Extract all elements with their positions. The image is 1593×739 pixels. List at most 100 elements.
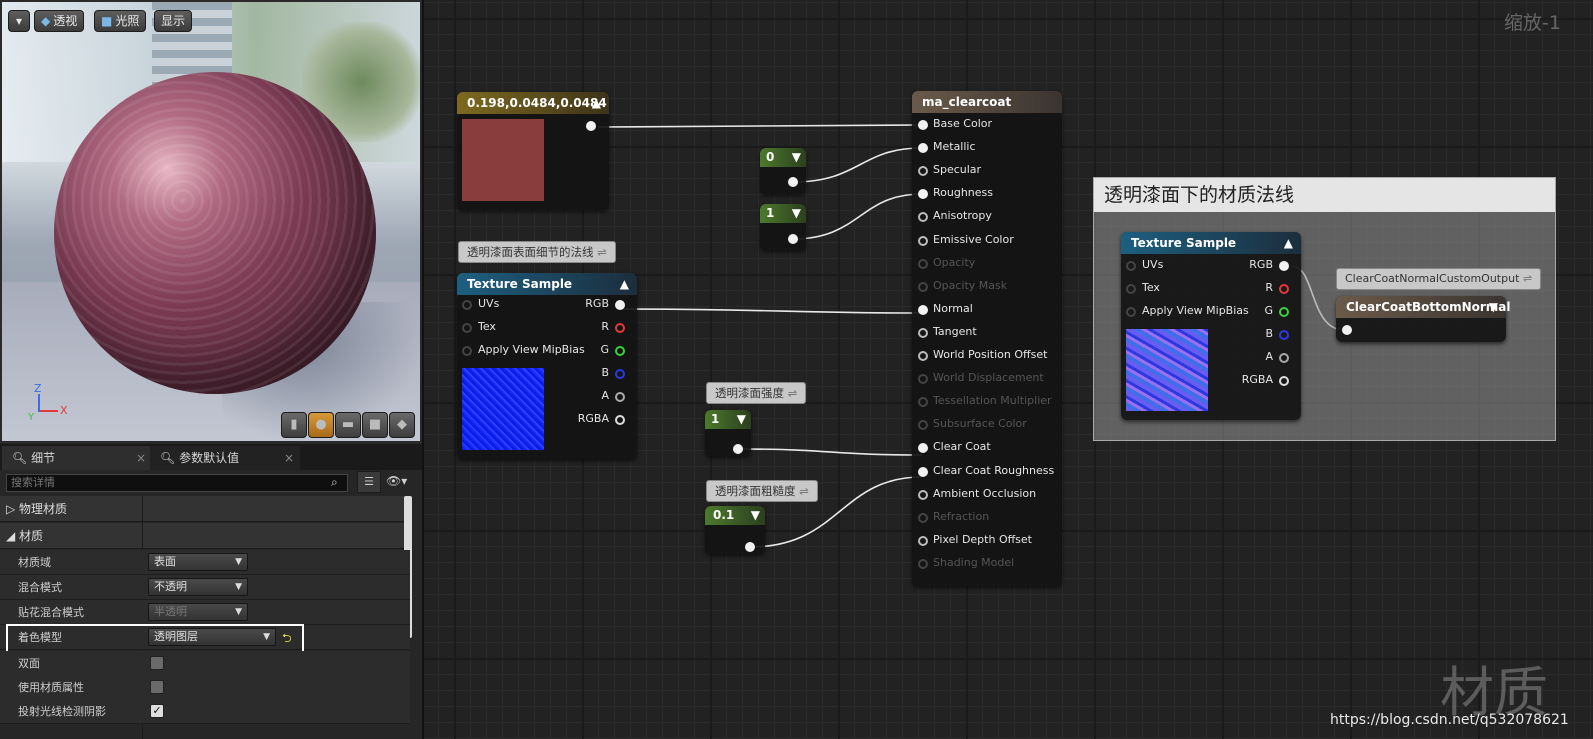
input-pin-uvs[interactable] [462,300,472,310]
input-pin[interactable] [918,351,928,361]
output-pin-a[interactable] [1279,353,1289,363]
chevron-down-icon[interactable]: ▼ [792,204,801,223]
node-title: ma_clearcoat [922,95,1012,109]
comment-strength[interactable]: 透明漆面强度 ⇌ [706,382,807,404]
constant3-node[interactable]: 0.198,0.0484,0.0484 ▲ [457,92,609,210]
input-pin[interactable] [918,397,928,408]
watermark-url: https://blog.csdn.net/q532078621 [1330,712,1569,728]
input-pin-label: Clear Coat [933,440,991,454]
texture-sample-node-2[interactable]: Texture Sample ▲ UVs Tex Apply View MipBi… [1121,232,1301,420]
input-pin-label: Subsurface Color [933,417,1027,431]
output-pin[interactable] [788,177,798,187]
input-pin-label: Opacity Mask [933,278,1008,292]
input-pin[interactable] [918,235,928,246]
input-pin[interactable] [918,304,928,315]
collapse-icon[interactable]: ▲ [620,273,629,295]
output-pin-rgba[interactable] [1279,376,1289,386]
output-pin[interactable] [745,542,755,552]
input-pin[interactable] [918,420,928,431]
input-pin[interactable] [918,120,928,130]
node-title: ClearCoatBottomNormal [1346,300,1511,314]
input-pin-label: Tangent [933,324,977,338]
input-pin-mipbias[interactable] [1126,307,1136,317]
wire-roughness [792,193,923,240]
collapse-icon[interactable]: ▲ [1284,232,1293,254]
texture-thumbnail [462,368,544,450]
constant-node-clearcoat[interactable]: 1 ▼ [705,410,751,456]
input-pin[interactable] [918,466,928,477]
input-pin-label: Roughness [933,186,994,200]
input-pin[interactable] [918,258,928,269]
input-pin-label: Ambient Occlusion [933,486,1037,500]
comment-group-title[interactable]: 透明漆面下的材质法线 [1094,178,1555,212]
output-pin-r[interactable] [615,323,625,333]
output-pin[interactable] [788,234,798,244]
input-pin-label: World Position Offset [933,348,1048,361]
input-pin-label: Specular [933,163,982,177]
input-pin-tex[interactable] [462,323,472,333]
constant-node-roughness[interactable]: 1 ▼ [760,204,806,250]
clearcoat-bottom-normal-node[interactable]: ClearCoatBottomNormal ▼ [1336,296,1511,342]
output-pin-rgb[interactable] [1279,261,1289,271]
output-pin-a[interactable] [615,392,625,402]
input-pin-label: World Displacement [933,371,1044,385]
input-pin[interactable] [918,374,928,385]
collapse-icon[interactable]: ▲ [592,92,601,114]
texture-thumbnail [1126,329,1208,411]
wire-metallic [792,147,923,183]
color-swatch [462,119,544,201]
node-title: 0.198,0.0484,0.0484 [467,96,607,110]
comment-roughness[interactable]: 透明漆面粗糙度 ⇌ [706,480,818,502]
output-pin-rgba[interactable] [615,415,625,425]
output-pin[interactable] [733,444,743,454]
input-pin-label: Clear Coat Roughness [933,463,1055,477]
wire-normal [619,308,923,314]
input-pin-label: Shading Model [933,555,1015,569]
output-pin-rgb[interactable] [615,300,625,310]
texture-sample-node-1[interactable]: Texture Sample ▲ UVs Tex Apply View MipBi… [457,273,637,459]
input-pin-tex[interactable] [1126,284,1136,294]
input-pin[interactable] [918,281,928,292]
comment-normal[interactable]: 透明漆面表面细节的法线 ⇌ [458,241,616,263]
input-pin[interactable] [918,327,928,338]
output-pin-b[interactable] [615,369,625,379]
chevron-down-icon[interactable]: ▼ [792,148,801,167]
output-pin-g[interactable] [615,346,625,356]
input-pin-mipbias[interactable] [462,346,472,356]
input-pin[interactable] [918,558,928,569]
input-pin-label: Opacity [933,255,976,269]
chevron-down-icon[interactable]: ▼ [1489,296,1498,318]
input-pin-label: Tessellation Multiplier [933,394,1052,408]
input-pin[interactable] [918,443,928,454]
input-pin[interactable] [918,535,928,546]
input-pin-label: Anisotropy [933,209,992,223]
wire-clearcoat [739,448,923,456]
input-pin-label: Emissive Color [933,232,1014,246]
input-pin[interactable] [918,489,928,500]
chevron-down-icon[interactable]: ▼ [751,506,760,525]
output-pin[interactable] [586,121,596,131]
wire-basecolor [597,124,923,128]
input-pin-label: Pixel Depth Offset [933,532,1032,546]
node-title: Texture Sample [1131,236,1237,250]
output-pin-g[interactable] [1279,307,1289,317]
input-pin-label: Normal [933,301,973,315]
node-title: Texture Sample [467,277,573,291]
input-pin[interactable] [918,212,928,223]
constant-node-clearcoat-roughness[interactable]: 0.1 ▼ [705,506,765,554]
input-pin-label: Refraction [933,509,990,523]
material-result-node[interactable]: ma_clearcoat Base Color Metallic Specular R… [912,91,1062,586]
input-pin[interactable] [918,143,928,154]
output-pin-r[interactable] [1279,284,1289,294]
input-pin-label: Base Color [933,117,993,130]
output-pin-b[interactable] [1279,330,1289,340]
comment-output[interactable]: ClearCoatNormalCustomOutput ⇌ [1336,268,1542,290]
input-pin[interactable] [918,166,928,177]
input-pin-label: Metallic [933,140,976,154]
input-pin[interactable] [918,189,928,200]
input-pin[interactable] [1342,325,1352,335]
input-pin[interactable] [918,512,928,523]
constant-node-metallic[interactable]: 0 ▼ [760,148,806,194]
chevron-down-icon[interactable]: ▼ [737,410,746,429]
input-pin-uvs[interactable] [1126,261,1136,271]
